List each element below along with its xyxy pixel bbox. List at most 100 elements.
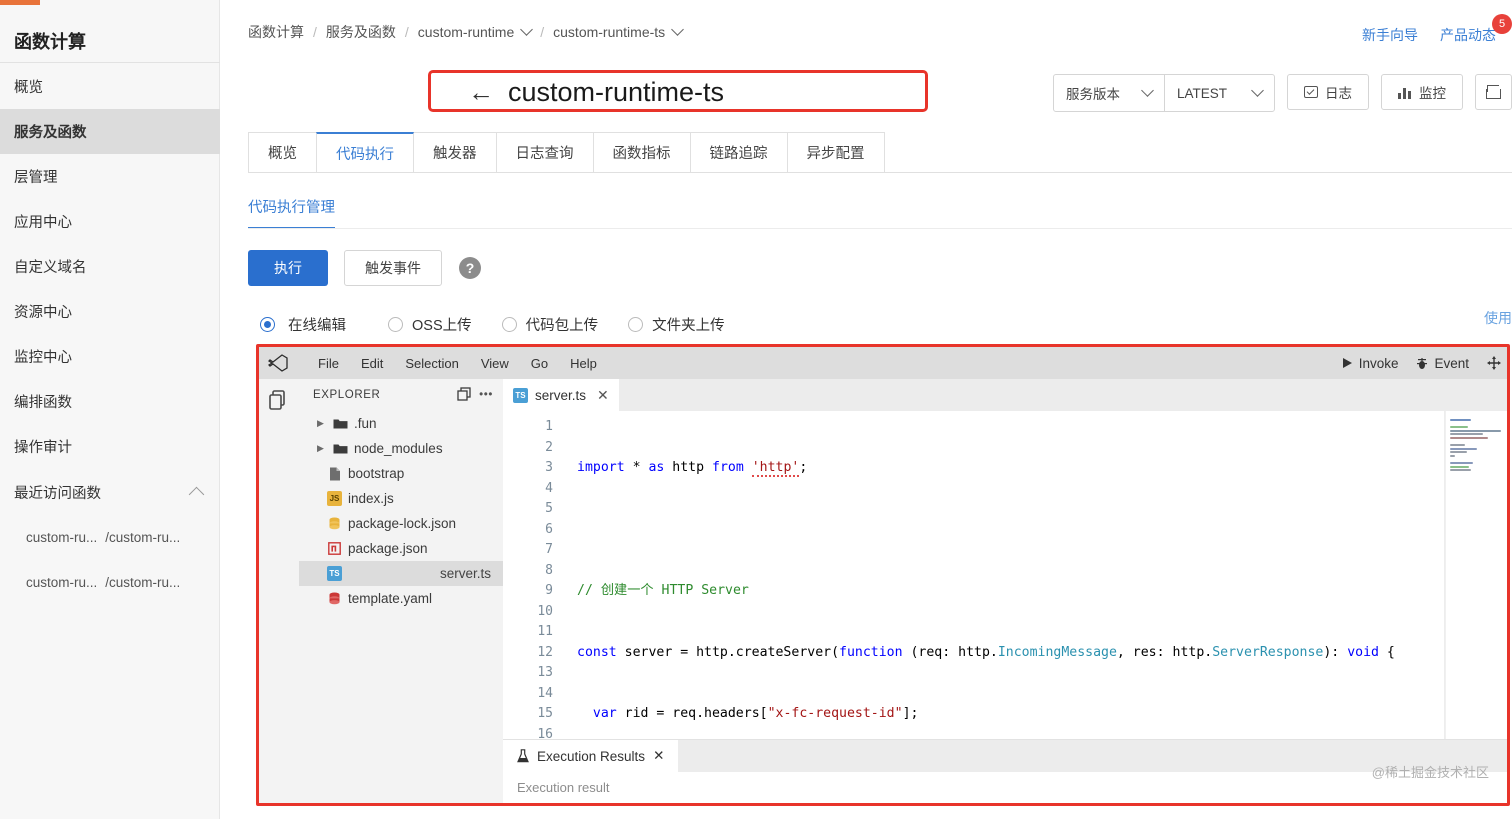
panel-tab-label: Execution Results [537,748,646,764]
line-number: 8 [545,562,553,578]
event-button[interactable]: Event [1416,356,1469,371]
chevron-down-icon[interactable] [671,23,685,36]
line-number: 4 [545,480,553,496]
more-actions-icon[interactable]: ••• [479,389,493,401]
sidebar-item-monitor-center[interactable]: 监控中心 [0,334,220,379]
subtab-code-execution-management[interactable]: 代码执行管理 [248,196,335,229]
radio-indicator [501,316,517,332]
embedded-ide: File Edit Selection View Go Help Invoke [259,347,1507,803]
tab-code-execution[interactable]: 代码执行 [316,132,414,172]
menu-selection[interactable]: Selection [394,356,469,371]
file-row[interactable]: template.yaml [299,586,503,611]
menu-edit[interactable]: Edit [350,356,394,371]
chevron-up-icon [188,486,205,502]
close-icon[interactable]: ✕ [597,387,609,404]
move-button[interactable] [1487,356,1501,370]
version-value-select[interactable]: LATEST [1164,75,1274,111]
sidebar-item-services-functions[interactable]: 服务及函数 [0,109,220,154]
home-button[interactable] [1475,74,1512,110]
sidebar-item-overview[interactable]: 概览 [0,64,220,109]
trigger-event-button[interactable]: 触发事件 [344,250,442,286]
file-row[interactable]: bootstrap [299,461,503,486]
sidebar-recent-item-1[interactable]: custom-ru... /custom-ru... [0,515,220,560]
radio-indicator [628,316,644,332]
menu-go[interactable]: Go [520,356,559,371]
tab-overview[interactable]: 概览 [248,132,317,172]
code-content[interactable]: import * as http from 'http'; // 创建一个 HT… [565,411,1507,739]
folder-icon [333,416,348,431]
sidebar-item-resource-center[interactable]: 资源中心 [0,289,220,334]
folder-icon [333,441,348,456]
sidebar-section-recent[interactable]: 最近访问函数 [0,469,220,515]
back-arrow-icon[interactable]: ← [468,77,494,108]
ide-menu-bar: File Edit Selection View Go Help Invoke [259,347,1507,379]
product-updates-link[interactable]: 产品动态 5 [1440,14,1512,45]
vscode-logo-icon [267,353,289,373]
sidebar-recent-item-2[interactable]: custom-ru... /custom-ru... [0,560,220,605]
tab-function-metrics[interactable]: 函数指标 [592,132,691,172]
radio-code-package-upload[interactable]: 代码包上传 [501,314,598,335]
tab-async-config[interactable]: 异步配置 [786,132,885,172]
file-row[interactable]: ▶ node_modules [299,436,503,461]
recent-function-name: /custom-ru... [105,530,181,545]
line-number: 10 [537,603,553,619]
beginner-guide-link[interactable]: 新手向导 [1362,25,1418,45]
tab-trace[interactable]: 链路追踪 [689,132,788,172]
breadcrumb-item-3[interactable]: custom-runtime [418,24,514,40]
file-row[interactable]: package-lock.json [299,511,503,536]
sidebar-item-orchestration[interactable]: 编排函数 [0,379,220,424]
js-icon: JS [327,491,342,506]
use-help-link[interactable]: 使用 [1484,308,1512,328]
sidebar-item-label: 资源中心 [14,305,72,321]
logs-button[interactable]: 日志 [1287,74,1369,110]
line-number: 12 [537,644,553,660]
editor-tab-server-ts[interactable]: TS server.ts ✕ [503,379,619,411]
file-row-server-ts[interactable]: TS server.ts [299,561,503,586]
sidebar-item-layers[interactable]: 层管理 [0,154,220,199]
line-number: 2 [545,439,553,455]
move-icon [1487,356,1501,370]
ide-bottom-panel: Execution Results ✕ Execution result [503,739,1507,803]
sidebar-item-label: 应用中心 [14,215,72,231]
sidebar-item-audit[interactable]: 操作审计 [0,424,220,469]
file-name: package-lock.json [348,516,457,531]
files-explorer-icon[interactable] [267,389,291,415]
monitor-button[interactable]: 监控 [1381,74,1463,110]
menu-help[interactable]: Help [559,356,608,371]
radio-online-edit[interactable]: 在线编辑 [248,306,358,342]
twisty-collapsed-icon[interactable]: ▶ [317,443,327,454]
sidebar-item-label: 操作审计 [14,440,72,456]
sidebar-item-label: 监控中心 [14,350,72,366]
ide-body: EXPLORER ••• ▶ .fun ▶ node_modules boots… [259,379,1507,803]
menu-view[interactable]: View [470,356,520,371]
sidebar-item-custom-domain[interactable]: 自定义域名 [0,244,220,289]
menu-file[interactable]: File [307,356,350,371]
tab-triggers[interactable]: 触发器 [413,132,497,172]
radio-indicator [260,316,275,332]
panel-tab-execution-results[interactable]: Execution Results ✕ [503,740,679,772]
new-window-icon[interactable] [457,386,471,404]
sidebar-item-app-center[interactable]: 应用中心 [0,199,220,244]
tab-label: 异步配置 [806,146,865,162]
editor-minimap[interactable] [1445,411,1507,739]
breadcrumb-item-2[interactable]: 服务及函数 [326,22,396,42]
twisty-collapsed-icon[interactable]: ▶ [317,418,327,429]
invoke-button[interactable]: Invoke [1342,356,1398,371]
file-name: bootstrap [348,466,405,481]
chevron-down-icon[interactable] [520,23,534,36]
breadcrumb-item-4[interactable]: custom-runtime-ts [553,24,665,40]
breadcrumb-item-1[interactable]: 函数计算 [248,22,304,42]
bug-icon [1417,357,1428,369]
service-version-select[interactable]: 服务版本 [1054,75,1164,111]
close-icon[interactable]: ✕ [653,748,664,764]
radio-oss-upload[interactable]: OSS上传 [388,314,472,335]
code-editor[interactable]: 1 2 3 4 5 6 7 8 9 10 11 12 13 14 15 16 i… [503,411,1507,739]
tab-log-query[interactable]: 日志查询 [495,132,594,172]
file-row[interactable]: ▶ .fun [299,411,503,436]
ide-menu-actions: Invoke Event [1342,356,1507,371]
help-icon[interactable]: ? [459,257,481,279]
run-button[interactable]: 执行 [248,250,328,286]
file-row[interactable]: JS index.js [299,486,503,511]
radio-folder-upload[interactable]: 文件夹上传 [628,314,725,335]
file-row[interactable]: package.json [299,536,503,561]
